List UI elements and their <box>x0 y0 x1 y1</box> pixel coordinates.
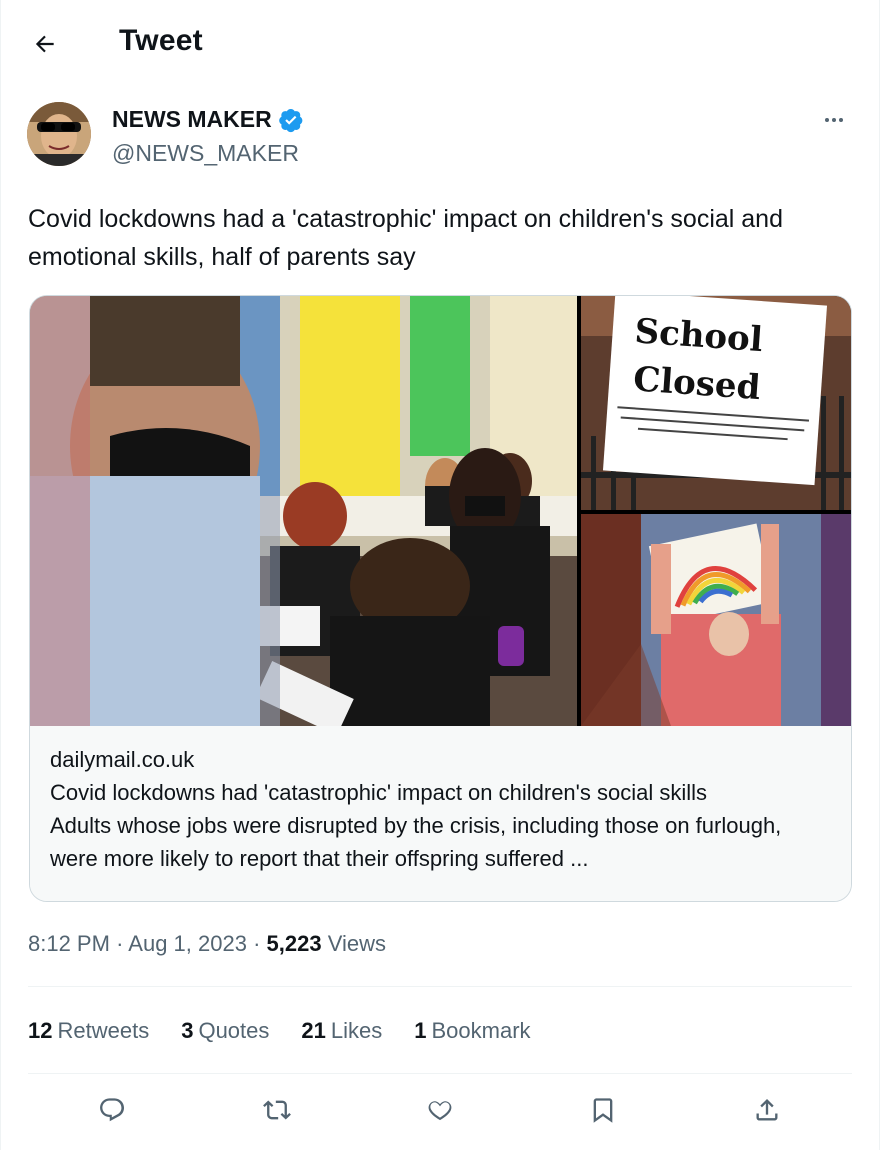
tweet-date[interactable]: Aug 1, 2023 <box>128 931 247 956</box>
card-description: Adults whose jobs were disrupted by the … <box>50 813 782 871</box>
likes-count: 21 <box>301 1018 326 1043</box>
tweet-time[interactable]: 8:12 PM <box>28 931 110 956</box>
meta-separator: · <box>253 931 261 956</box>
link-card[interactable]: School Closed dailymail.co.uk Covid lock… <box>29 295 852 902</box>
bookmark-icon <box>593 1098 613 1123</box>
bookmarks-label: Bookmark <box>431 1018 531 1043</box>
classroom-image <box>30 296 577 726</box>
page-header: Tweet <box>1 0 880 86</box>
page-title: Tweet <box>119 24 203 57</box>
more-dot-icon <box>832 118 836 122</box>
divider <box>28 986 852 987</box>
card-title: Covid lockdowns had 'catastrophic' impac… <box>50 780 708 805</box>
author-handle[interactable]: @NEWS_MAKER <box>112 140 299 167</box>
avatar[interactable] <box>27 102 91 166</box>
tweet-text: Covid lockdowns had a 'catastrophic' imp… <box>28 205 783 271</box>
reply-button[interactable] <box>90 1088 134 1132</box>
retweet-icon <box>263 1100 291 1120</box>
retweets-stat[interactable]: 12 Retweets <box>28 1018 149 1044</box>
views-label: Views <box>327 931 387 956</box>
bookmarks-stat[interactable]: 1 Bookmark <box>414 1018 530 1044</box>
divider <box>28 1073 852 1074</box>
rainbow-drawing-image <box>581 514 851 726</box>
school-closed-sign-image: School Closed <box>581 296 851 510</box>
tweet-meta: 8:12 PM · Aug 1, 2023 · 5,223 Views <box>28 931 386 957</box>
reply-icon <box>100 1098 125 1122</box>
meta-separator: · <box>116 931 124 956</box>
quotes-count: 3 <box>181 1018 194 1043</box>
retweets-label: Retweets <box>57 1018 150 1043</box>
more-dot-icon <box>825 118 829 122</box>
more-dot-icon <box>839 118 843 122</box>
quotes-stat[interactable]: 3 Quotes <box>181 1018 269 1044</box>
card-domain: dailymail.co.uk <box>50 747 195 772</box>
verified-badge-icon <box>278 108 303 132</box>
arrow-left-icon <box>35 35 54 53</box>
bookmark-button[interactable] <box>581 1088 625 1132</box>
quotes-label: Quotes <box>198 1018 270 1043</box>
retweets-count: 12 <box>28 1018 53 1043</box>
back-button[interactable] <box>27 26 63 62</box>
share-icon <box>756 1099 778 1121</box>
heart-icon <box>428 1101 452 1121</box>
card-info[interactable]: dailymail.co.uk Covid lockdowns had 'cat… <box>30 726 851 901</box>
author-name[interactable]: NEWS MAKER <box>112 106 304 133</box>
author-name-text: NEWS MAKER <box>112 106 272 132</box>
tweet-page: Tweet NEWS MAKER @NEWS_MAKER Covid lockd… <box>0 0 880 1150</box>
tweet-stats: 12 Retweets 3 Quotes 21 Likes 1 Bookmark <box>28 1018 531 1044</box>
share-button[interactable] <box>745 1088 789 1132</box>
views-count: 5,223 <box>266 931 322 956</box>
like-button[interactable] <box>418 1088 462 1132</box>
retweet-button[interactable] <box>255 1088 299 1132</box>
more-options-button[interactable] <box>819 108 849 132</box>
likes-label: Likes <box>330 1018 383 1043</box>
card-image-collage[interactable]: School Closed <box>30 296 851 726</box>
tweet-actions-bar <box>1 1088 880 1134</box>
bookmarks-count: 1 <box>414 1018 427 1043</box>
likes-stat[interactable]: 21 Likes <box>301 1018 382 1044</box>
